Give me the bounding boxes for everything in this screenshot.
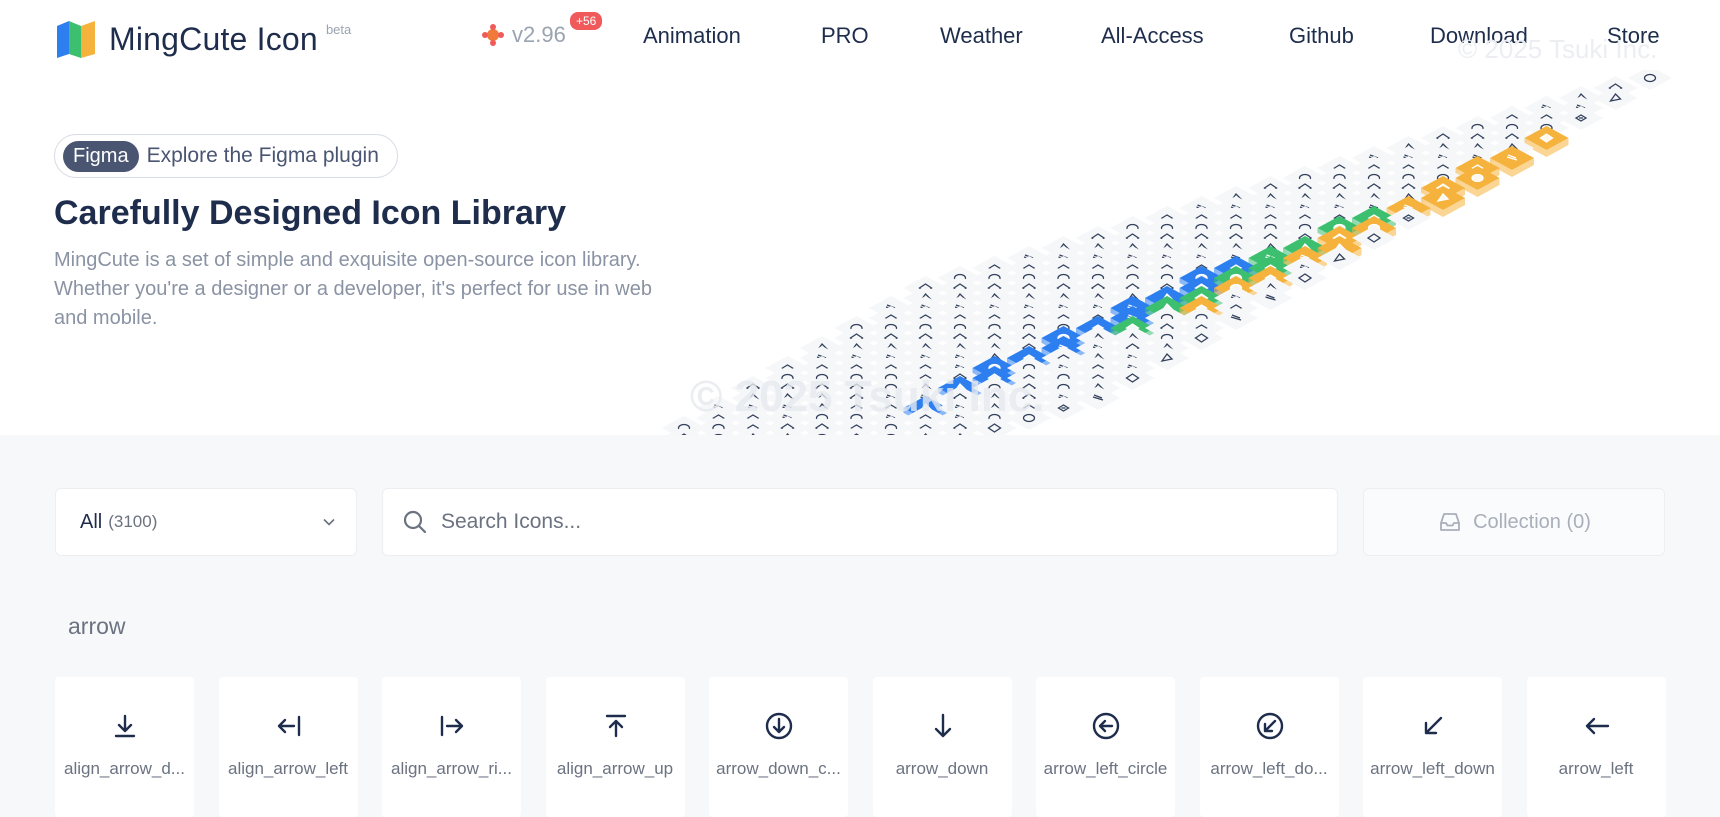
version-badge: +56	[570, 12, 603, 30]
hero-section: MingCute Icon beta v2.96 +56 Animation P…	[0, 0, 1720, 435]
collection-button[interactable]: Collection (0)	[1363, 488, 1665, 556]
version-icon	[482, 24, 504, 46]
beta-label: beta	[325, 22, 352, 37]
category-label: All	[80, 510, 103, 533]
icon-card-arrow-left[interactable]: arrow_left	[1526, 677, 1666, 817]
search-icon	[403, 510, 427, 534]
logo-text: MingCute Icon	[109, 21, 318, 57]
icon-name: arrow_left	[1558, 759, 1634, 778]
version-text: v2.96	[512, 22, 566, 47]
icon-card-align-arrow-left[interactable]: align_arrow_left	[218, 677, 358, 817]
figma-tag: Figma	[63, 140, 139, 172]
logo[interactable]: MingCute Icon beta	[55, 18, 351, 58]
figma-link-text: Explore the Figma plugin	[146, 144, 379, 167]
align-arrow-left-icon	[277, 715, 300, 737]
arrow-left-circle-icon	[1092, 712, 1120, 740]
arrow-down-circle-icon	[765, 712, 793, 740]
version-link[interactable]: v2.96 +56	[480, 12, 603, 48]
align-arrow-right-icon	[440, 715, 464, 737]
watermark-top: © 2025 Tsuki Inc.	[1458, 34, 1658, 64]
icon-name: arrow_left_circle	[1043, 759, 1168, 778]
category-count: (3100)	[108, 512, 158, 531]
section-heading: arrow	[68, 613, 126, 639]
category-select[interactable]: All (3100)	[55, 488, 357, 556]
align-arrow-down-icon	[114, 714, 136, 738]
icon-name: arrow_left_do...	[1210, 759, 1328, 778]
icon-name: arrow_down	[895, 759, 989, 778]
icon-card-arrow-down-circle[interactable]: arrow_down_c...	[709, 677, 848, 817]
tile-glyph	[1471, 173, 1484, 183]
arrow-left-down-icon	[1424, 716, 1443, 735]
icon-name: align_arrow_d...	[64, 759, 185, 778]
icon-card-arrow-left-circle[interactable]: arrow_left_circle	[1036, 677, 1175, 817]
arrow-left-icon	[1585, 717, 1609, 735]
page-title: Carefully Designed Icon Library	[54, 194, 567, 232]
icon-name: arrow_left_down	[1370, 759, 1495, 778]
page-description: MingCute is a set of simple and exquisit…	[54, 249, 652, 329]
icon-card-arrow-down[interactable]: arrow_down	[872, 677, 1012, 817]
collection-label: Collection (0)	[1473, 510, 1591, 533]
icon-card-arrow-left-down-circle[interactable]: arrow_left_do...	[1199, 677, 1339, 817]
icon-card-align-arrow-down[interactable]: align_arrow_d...	[55, 677, 194, 817]
search-box[interactable]	[382, 488, 1338, 556]
figma-plugin-link[interactable]: Figma Explore the Figma plugin	[54, 134, 398, 178]
icon-card-align-arrow-right[interactable]: align_arrow_ri...	[382, 677, 521, 817]
nav-weather[interactable]: Weather	[940, 23, 1023, 49]
nav-github[interactable]: Github	[1289, 23, 1354, 49]
icon-name: arrow_down_c...	[716, 759, 841, 778]
arrow-left-down-circle-icon	[1256, 712, 1283, 740]
icon-card-align-arrow-up[interactable]: align_arrow_up	[545, 677, 685, 817]
icon-name: align_arrow_left	[227, 759, 348, 778]
watermark-illustration: © 2025 Tsuki Inc.	[690, 372, 1045, 421]
search-input[interactable]	[441, 510, 1301, 534]
chevron-down-icon	[323, 518, 335, 526]
arrow-down-icon	[934, 713, 951, 738]
align-arrow-up-icon	[605, 714, 626, 738]
icon-name: align_arrow_ri...	[391, 759, 512, 778]
icon-grid: align_arrow_d... align_arrow_left align_…	[55, 677, 1666, 817]
icon-name: align_arrow_up	[556, 759, 674, 778]
inbox-icon	[1440, 513, 1460, 531]
nav-all-access[interactable]: All-Access	[1101, 23, 1204, 49]
icon-card-arrow-left-down[interactable]: arrow_left_down	[1363, 677, 1502, 817]
nav-pro[interactable]: PRO	[821, 23, 869, 49]
mingcute-logo-icon	[57, 21, 95, 58]
nav-animation[interactable]: Animation	[643, 23, 741, 49]
